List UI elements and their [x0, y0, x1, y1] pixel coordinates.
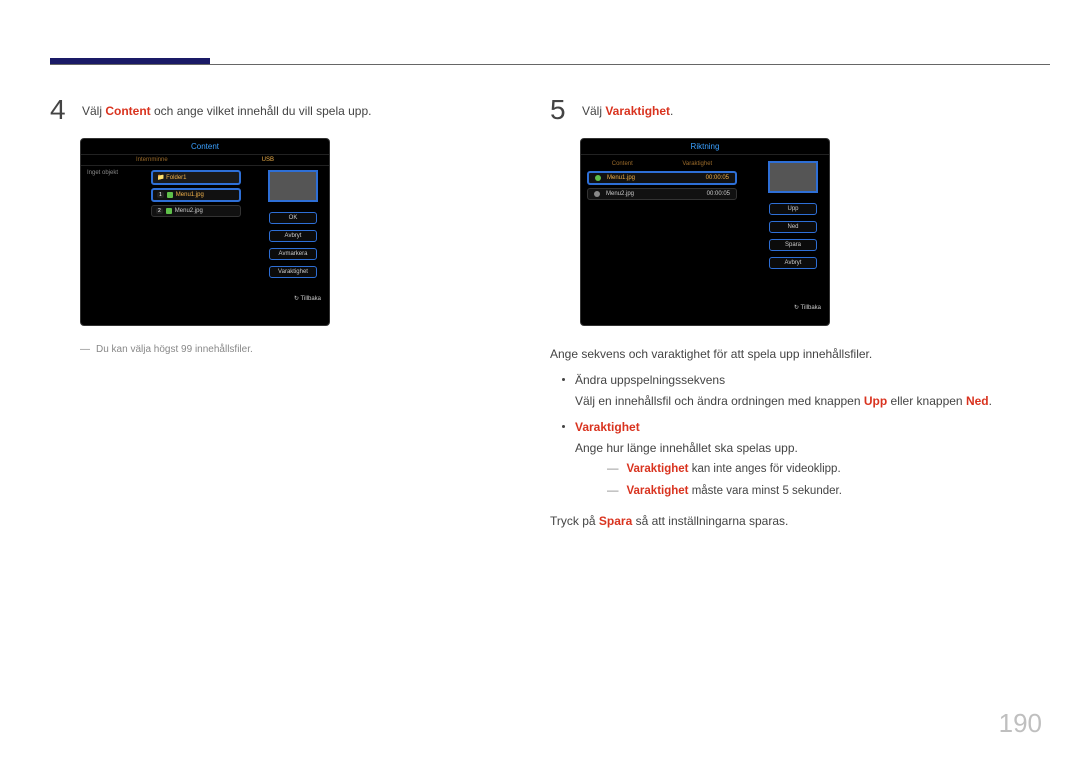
osd-side-buttons: Upp Ned Spara Avbryt — [763, 161, 823, 269]
col-content: Content — [612, 161, 633, 167]
btn-ok[interactable]: OK — [269, 212, 317, 224]
bullet-sequence: Ändra uppspelningssekvens Välj en innehå… — [562, 370, 1020, 411]
file-row-1[interactable]: Menu1.jpg 00:00:05 — [587, 171, 737, 185]
col-duration: Varaktighet — [682, 161, 712, 167]
t: Välj — [582, 104, 605, 118]
back-label[interactable]: Tillbaka — [801, 305, 821, 311]
osd-content: Content Internminne USB Inget objekt 📁 F… — [80, 138, 330, 326]
bullet-title: Ändra uppspelningssekvens — [575, 370, 992, 390]
t: och ange vilket innehåll du vill spela u… — [151, 104, 372, 118]
tab-internal[interactable]: Internminne — [136, 157, 168, 163]
description-block: Ange sekvens och varaktighet för att spe… — [550, 344, 1020, 531]
osd-footer: ↺ Tillbaka — [794, 304, 821, 311]
bullet-duration: Varaktighet Ange hur länge innehållet sk… — [562, 417, 1020, 501]
t: Välj — [82, 104, 105, 118]
osd-title: Content — [81, 139, 329, 155]
file-duration: 00:00:05 — [707, 191, 730, 197]
t: Välj en innehållsfil och ändra ordningen… — [575, 394, 864, 408]
preview-thumb — [768, 161, 818, 193]
t: Tryck på — [550, 514, 599, 528]
status-icon — [594, 191, 600, 197]
list-header: Content Varaktighet — [587, 161, 737, 167]
keyword-varaktighet: Varaktighet — [605, 104, 670, 118]
top-rule — [50, 64, 1050, 65]
osd-side-buttons: OK Avbryt Avmarkera Varaktighet — [263, 170, 323, 278]
btn-up[interactable]: Upp — [769, 203, 817, 215]
t: . — [670, 104, 673, 118]
keyword-up: Upp — [864, 394, 887, 408]
keyword-content: Content — [105, 104, 150, 118]
return-icon: ↺ — [294, 295, 299, 302]
intro-text: Ange sekvens och varaktighet för att spe… — [550, 344, 1020, 364]
btn-cancel[interactable]: Avbryt — [769, 257, 817, 269]
sub-note-1: ― Varaktighet kan inte anges för videokli… — [607, 460, 842, 480]
step-5: 5 Välj Varaktighet. — [550, 96, 1020, 124]
k: Varaktighet — [627, 485, 689, 497]
btn-down[interactable]: Ned — [769, 221, 817, 233]
check-icon — [166, 208, 172, 214]
step-text: Välj Content och ange vilket innehåll du… — [82, 96, 371, 121]
file-duration: 00:00:05 — [706, 175, 729, 181]
file-name: Menu2.jpg — [175, 208, 203, 214]
t: . — [989, 394, 992, 408]
check-icon — [167, 192, 173, 198]
btn-deselect[interactable]: Avmarkera — [269, 248, 317, 260]
folder-row[interactable]: 📁 Folder1 — [151, 170, 241, 185]
keyword-save: Spara — [599, 514, 632, 528]
back-label[interactable]: Tillbaka — [301, 296, 321, 302]
step-number: 4 — [50, 96, 70, 124]
bullet-body: Välj en innehållsfil och ändra ordningen… — [575, 391, 992, 411]
pane-usb: 📁 Folder1 1 Menu1.jpg 2 Menu2.jpg — [151, 170, 241, 220]
badge: 2 — [156, 208, 163, 214]
osd-footer: ↺ Tillbaka — [294, 295, 321, 302]
return-icon: ↺ — [794, 304, 799, 311]
t: så att inställningarna sparas. — [632, 514, 788, 528]
note-max-files: ― Du kan välja högst 99 innehållsfiler. — [80, 344, 520, 355]
column-left: 4 Välj Content och ange vilket innehåll … — [50, 96, 550, 531]
column-right: 5 Välj Varaktighet. Riktning Content Var… — [550, 96, 1050, 531]
step-4: 4 Välj Content och ange vilket innehåll … — [50, 96, 520, 124]
file-name: Menu1.jpg — [607, 175, 635, 181]
note-text: Du kan välja högst 99 innehållsfiler. — [96, 344, 253, 355]
save-instruction: Tryck på Spara så att inställningarna sp… — [550, 511, 1020, 531]
t: kan inte anges för videoklipp. — [689, 463, 841, 475]
bullet-body: Ange hur länge innehållet ska spelas upp… — [575, 438, 842, 458]
osd-tabs: Internminne USB — [81, 157, 329, 166]
k: Varaktighet — [627, 463, 689, 475]
status-icon — [595, 175, 601, 181]
preview-thumb — [268, 170, 318, 202]
pane-internal: Inget objekt — [87, 170, 147, 176]
bullet-icon — [562, 378, 565, 381]
t: måste vara minst 5 sekunder. — [689, 485, 842, 497]
file-row-1[interactable]: 1 Menu1.jpg — [151, 188, 241, 202]
osd-title: Riktning — [581, 139, 829, 155]
btn-save[interactable]: Spara — [769, 239, 817, 251]
bullet-title-duration: Varaktighet — [575, 417, 842, 437]
osd-riktning: Riktning Content Varaktighet Menu1.jpg 0… — [580, 138, 830, 326]
file-row-2[interactable]: 2 Menu2.jpg — [151, 205, 241, 217]
tab-usb[interactable]: USB — [262, 157, 274, 163]
btn-cancel[interactable]: Avbryt — [269, 230, 317, 242]
badge: 1 — [157, 192, 164, 198]
dash-icon: ― — [80, 344, 90, 355]
file-row-2[interactable]: Menu2.jpg 00:00:05 — [587, 188, 737, 200]
page-number: 190 — [999, 708, 1042, 739]
file-name: Menu1.jpg — [176, 192, 204, 198]
keyword-down: Ned — [966, 394, 989, 408]
no-object-label: Inget objekt — [87, 170, 118, 176]
btn-duration[interactable]: Varaktighet — [269, 266, 317, 278]
file-list: Content Varaktighet Menu1.jpg 00:00:05 M… — [587, 161, 737, 203]
sub-note-2: ― Varaktighet måste vara minst 5 sekunder… — [607, 482, 842, 502]
step-text: Välj Varaktighet. — [582, 96, 673, 121]
file-name: Menu2.jpg — [606, 191, 634, 197]
step-number: 5 — [550, 96, 570, 124]
dash-icon: ― — [607, 460, 619, 480]
dash-icon: ― — [607, 482, 619, 502]
t: eller knappen — [887, 394, 966, 408]
bullet-icon — [562, 425, 565, 428]
folder-name: Folder1 — [166, 175, 186, 181]
